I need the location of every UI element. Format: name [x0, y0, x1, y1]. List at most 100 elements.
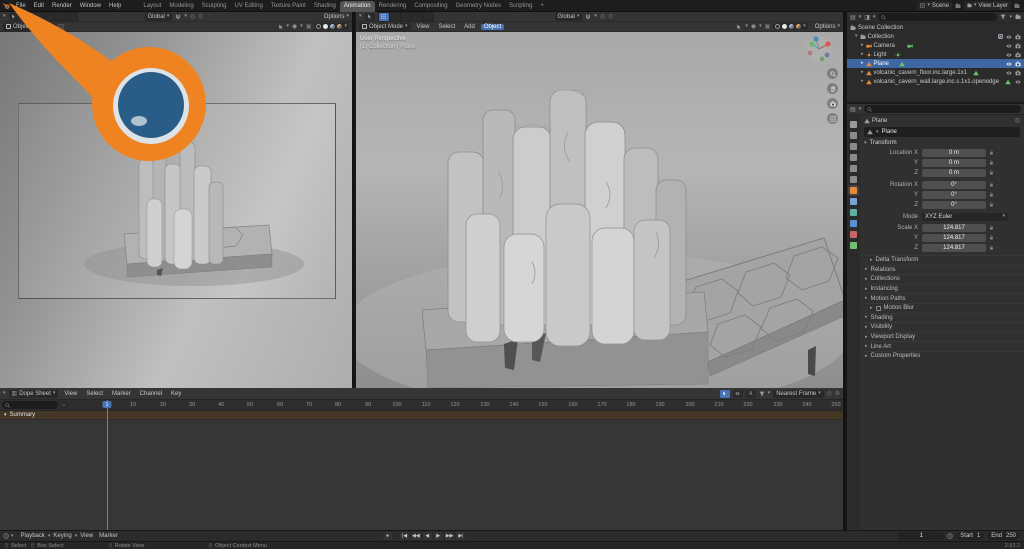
menu-playback[interactable]: Playback	[18, 533, 48, 539]
expand-icon[interactable]: ▸	[861, 70, 864, 75]
outliner-row-volcanic-wall[interactable]: ▸ volcanic_cavern_wall.large.inc.s.1x1.o…	[847, 77, 1024, 86]
orientation-gizmo[interactable]	[805, 35, 833, 63]
panel-collections[interactable]: ▸ Collections	[860, 274, 1024, 284]
motion-blur-checkbox[interactable]	[876, 306, 881, 311]
tab-layout[interactable]: Layout	[139, 1, 165, 12]
menu-select[interactable]: Select	[435, 24, 458, 30]
rendered-shading-icon[interactable]	[796, 24, 801, 29]
proportional-editing-icon[interactable]: ◎	[827, 390, 832, 397]
solid-shading-icon[interactable]	[323, 24, 328, 29]
menu-object[interactable]: Object	[481, 24, 504, 30]
lock-icon[interactable]	[989, 182, 994, 187]
mode-dropdown[interactable]: Object Mode ▾	[3, 23, 55, 31]
outliner-row-light[interactable]: ▸ Light	[847, 50, 1024, 59]
transform-orientation-dropdown[interactable]: Global ▾	[555, 13, 583, 21]
blender-logo-icon[interactable]	[2, 2, 10, 10]
proportional-falloff-icon[interactable]: ⊙	[198, 13, 203, 20]
eye-icon[interactable]	[1015, 79, 1021, 85]
location-x-field[interactable]: 0 m	[922, 149, 986, 157]
tab-compositing[interactable]: Compositing	[410, 1, 451, 12]
use-preview-range-icon[interactable]	[947, 533, 953, 539]
scene-selector[interactable]: ▾ Scene	[917, 1, 952, 10]
lock-icon[interactable]	[989, 150, 994, 155]
expand-icon[interactable]: ▾	[855, 34, 858, 39]
proportional-editing-icon[interactable]: ◎	[600, 13, 605, 20]
outliner-row-scene-collection[interactable]: Scene Collection	[847, 23, 1024, 32]
tool-icon[interactable]	[34, 13, 44, 21]
display-mode-icon[interactable]: ▤	[850, 14, 856, 21]
breadcrumb-object[interactable]: Plane	[872, 118, 887, 124]
tab-scene-icon[interactable]	[850, 165, 857, 172]
menu-select[interactable]: Select	[83, 391, 106, 397]
lock-icon[interactable]	[989, 225, 994, 230]
outliner-row-plane[interactable]: ▸ Plane	[847, 59, 1024, 68]
tab-sculpting[interactable]: Sculpting	[198, 1, 231, 12]
current-frame-badge[interactable]: 1	[102, 401, 111, 408]
rotation-z-field[interactable]: 0°	[922, 201, 986, 209]
play-icon[interactable]: ▶	[434, 532, 443, 540]
eye-icon[interactable]	[1006, 70, 1012, 76]
outliner-row-collection[interactable]: ▾ Collection ✓	[847, 32, 1024, 41]
render-visibility-icon[interactable]	[1015, 34, 1021, 40]
material-shading-icon[interactable]	[789, 24, 794, 29]
animate-dot-icon[interactable]: ·	[996, 182, 998, 188]
menu-marker[interactable]: Marker	[109, 391, 134, 397]
proportional-editing-icon[interactable]: ◎	[190, 13, 195, 20]
channel-search-input[interactable]	[2, 401, 58, 409]
rotation-x-field[interactable]: 0°	[922, 181, 986, 189]
scale-y-field[interactable]: 124.817	[922, 234, 986, 242]
new-scene-icon[interactable]	[955, 3, 961, 9]
tab-scripting[interactable]: Scripting	[505, 1, 536, 12]
tab-physics-icon[interactable]	[850, 220, 857, 227]
frame-start-field[interactable]: Start 1	[956, 532, 984, 540]
summary-channel-row[interactable]: ▾ Summary	[0, 411, 843, 420]
tab-animation[interactable]: Animation	[340, 1, 375, 12]
expand-icon[interactable]: ▸	[861, 61, 864, 66]
rendered-shading-icon[interactable]	[337, 24, 342, 29]
overlays-toggle-icon[interactable]: ◉	[292, 23, 297, 30]
outliner-search-input[interactable]	[878, 13, 997, 21]
tab-view-layer-icon[interactable]	[850, 154, 857, 161]
timeline-ruler[interactable]: ↔ 10 20 30 40 50 60 70 80 90 100 110 120…	[0, 400, 843, 411]
animate-dot-icon[interactable]: ·	[996, 150, 998, 156]
scale-x-field[interactable]: 124.817	[922, 224, 986, 232]
tool-icon[interactable]	[45, 13, 55, 21]
lock-icon[interactable]	[989, 192, 994, 197]
menu-help[interactable]: Help	[105, 3, 125, 9]
tab-output-icon[interactable]	[850, 143, 857, 150]
frame-end-field[interactable]: End 250	[987, 532, 1020, 540]
material-shading-icon[interactable]	[330, 24, 335, 29]
menu-render[interactable]: Render	[48, 3, 76, 9]
gizmo-toggle-icon[interactable]	[278, 24, 284, 30]
gizmo-toggle-icon[interactable]	[736, 24, 742, 30]
viewport-left-canvas[interactable]	[0, 32, 352, 388]
outliner-row-volcanic-floor[interactable]: ▸ volcanic_cavern_floor.inc.large.1x1	[847, 68, 1024, 77]
lock-icon[interactable]	[989, 235, 994, 240]
eye-icon[interactable]	[1006, 34, 1012, 40]
tab-uv-editing[interactable]: UV Editing	[230, 1, 266, 12]
editor-type-icon[interactable]: ▤	[850, 106, 856, 113]
menu-file[interactable]: File	[12, 3, 30, 9]
expand-icon[interactable]: ▸	[861, 43, 864, 48]
editor-type-icon[interactable]: ▾	[3, 391, 6, 396]
new-collection-icon[interactable]	[1015, 14, 1021, 20]
xray-toggle-icon[interactable]: ▣	[306, 23, 312, 30]
tab-render-icon[interactable]	[850, 132, 857, 139]
panel-visibility[interactable]: ▸ Visibility	[860, 322, 1024, 332]
animate-dot-icon[interactable]: ·	[996, 202, 998, 208]
play-reverse-icon[interactable]: ◀	[423, 532, 432, 540]
menu-view[interactable]: View	[414, 24, 433, 30]
panel-relations[interactable]: ▸ Relations	[860, 265, 1024, 275]
animate-dot-icon[interactable]: ·	[996, 160, 998, 166]
timeline-editor-icon[interactable]	[3, 533, 9, 539]
panel-motion-blur[interactable]: ▸ Motion Blur	[860, 303, 1024, 313]
show-errors-toggle-icon[interactable]: A	[746, 390, 756, 398]
filter-icon[interactable]	[1000, 14, 1006, 20]
tool-icon[interactable]	[56, 13, 66, 21]
solid-shading-icon[interactable]	[782, 24, 787, 29]
eye-icon[interactable]	[1006, 52, 1012, 58]
next-keyframe-icon[interactable]: ▶▶	[445, 532, 455, 540]
cursor-tool-icon[interactable]	[9, 13, 19, 21]
playhead-line[interactable]	[107, 400, 108, 530]
show-hidden-toggle-icon[interactable]	[733, 390, 743, 398]
